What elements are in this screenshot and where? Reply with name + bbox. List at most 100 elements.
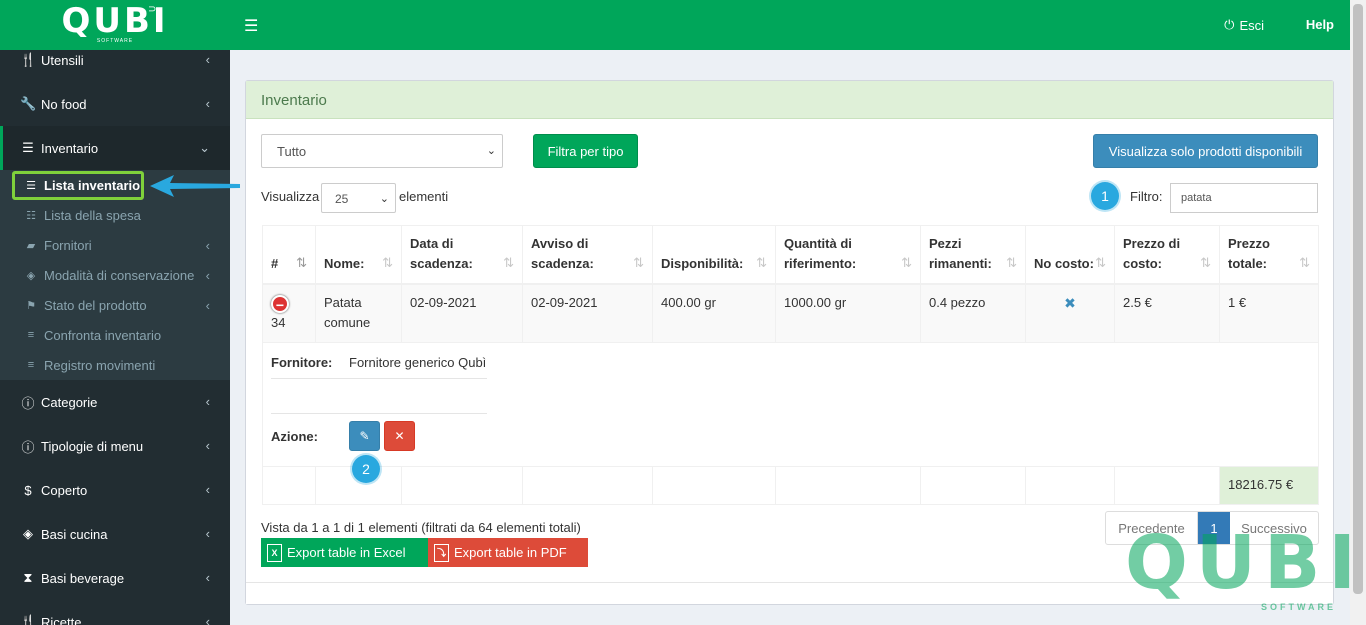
cell-availability: 400.00 gr [652, 283, 776, 343]
sidebar-item-basi-cucina[interactable]: ◈ Basi cucina ‹ [0, 512, 230, 556]
cell-reference: 1000.00 gr [775, 283, 921, 343]
submenu-item-registro-movimenti[interactable]: ≡ Registro movimenti [0, 350, 230, 380]
detail-divider [271, 412, 487, 414]
close-icon: ✕ [394, 428, 405, 443]
hamburger-menu-icon[interactable]: ☰ [244, 16, 258, 36]
col-header-total-price[interactable]: Prezzo totale: ⇅ [1219, 225, 1319, 285]
show-available-button[interactable]: Visualizza solo prodotti disponibili [1093, 134, 1318, 168]
sidebar-item-tipologie-menu[interactable]: ⓘ Tipologie di menu ‹ [0, 424, 230, 468]
chevron-left-icon: ‹ [205, 96, 210, 111]
export-excel-label: Export table in Excel [287, 545, 406, 560]
cutlery-icon: 🍴 [20, 614, 37, 625]
truck-icon: ▰ [26, 239, 36, 252]
action-label: Azione: [271, 428, 318, 444]
submenu-item-label: Modalità di conservazione [44, 267, 195, 283]
list-ol-icon: ☷ [26, 209, 36, 222]
table-total-row: 18216.75 € [262, 465, 1319, 505]
sidebar-item-label: Inventario [41, 140, 99, 156]
cell-no-cost: ✖ [1025, 283, 1115, 343]
chevron-left-icon: ‹ [205, 526, 210, 541]
sidebar: QUBI SOFTWARE ⊃ 🍴 Utensili ‹ 🔧 No food ‹… [0, 0, 230, 625]
sort-icon: ⇅ [633, 255, 644, 270]
sort-icon: ⇅ [503, 255, 514, 270]
length-label: Visualizza [261, 189, 320, 204]
detail-divider [271, 377, 487, 379]
sidebar-item-label: Tipologie di menu [41, 438, 144, 454]
sort-icon: ⇅ [1299, 255, 1310, 270]
row-detail-cell: Fornitore: Fornitore generico Qubì Azion… [262, 341, 1319, 483]
chevron-left-icon: ‹ [205, 570, 210, 585]
page-length-select[interactable]: 25 ⌄ [321, 183, 396, 213]
sidebar-item-basi-beverage[interactable]: ⧗ Basi beverage ‹ [0, 556, 230, 600]
table-row[interactable]: −34 Patata comune 02-09-2021 02-09-2021 … [262, 283, 1319, 343]
sort-icon: ⇅ [382, 255, 393, 270]
cell-id: −34 [262, 283, 316, 343]
delete-button[interactable]: ✕ [384, 420, 415, 451]
chevron-left-icon: ‹ [205, 394, 210, 409]
grand-total: 18216.75 € [1219, 465, 1319, 505]
sidebar-item-coperto[interactable]: $ Coperto ‹ [0, 468, 230, 512]
sidebar-item-categorie[interactable]: ⓘ Categorie ‹ [0, 380, 230, 424]
chevron-down-icon: ⌄ [199, 140, 210, 155]
col-header-availability[interactable]: Disponibilità: ⇅ [652, 225, 776, 285]
power-icon: ⏻ [1224, 17, 1235, 32]
cube-icon: ◈ [26, 269, 36, 282]
sidebar-item-no-food[interactable]: 🔧 No food ‹ [0, 82, 230, 126]
export-pdf-button[interactable]: ⤵ Export table in PDF [428, 538, 588, 567]
sidebar-item-label: Coperto [41, 482, 88, 498]
sidebar-item-label: No food [41, 96, 87, 112]
submenu-item-confronta-inventario[interactable]: ≡ Confronta inventario [0, 320, 230, 350]
export-excel-button[interactable]: X Export table in Excel [261, 538, 428, 567]
watermark-text: QUBI [1125, 520, 1364, 606]
col-header-pieces[interactable]: Pezzi rimanenti: ⇅ [920, 225, 1026, 285]
submenu-item-lista-spesa[interactable]: ☷ Lista della spesa [0, 200, 230, 230]
chevron-left-icon: ‹ [205, 268, 210, 283]
help-link[interactable]: Help [1306, 17, 1334, 32]
col-header-id[interactable]: # ⇅ [262, 225, 316, 285]
col-header-name[interactable]: Nome: ⇅ [315, 225, 402, 285]
submenu-item-label: Fornitori [44, 237, 92, 253]
sort-asc-icon: ⇅ [296, 255, 307, 270]
col-header-no-cost[interactable]: No costo: ⇅ [1025, 225, 1115, 285]
logout-button[interactable]: ⏻ Esci [1224, 17, 1264, 33]
row-detail: Fornitore: Fornitore generico Qubì Azion… [262, 341, 1319, 483]
type-select[interactable]: Tutto ⌄ [261, 134, 503, 168]
sidebar-item-label: Basi beverage [41, 570, 125, 586]
chevron-left-icon: ‹ [205, 614, 210, 625]
hourglass-icon: ⧗ [23, 570, 33, 585]
chevron-left-icon: ‹ [205, 298, 210, 313]
cross-icon: ✖ [1064, 295, 1076, 311]
chevron-left-icon: ‹ [205, 482, 210, 497]
cell-pieces: 0.4 pezzo [920, 283, 1026, 343]
submenu-item-fornitori[interactable]: ▰ Fornitori ‹ [0, 230, 230, 260]
step-badge-1: 1 [1091, 182, 1119, 210]
scrollbar-thumb[interactable] [1353, 4, 1363, 594]
bars-icon: ≡ [27, 329, 35, 341]
collapse-row-icon[interactable]: − [271, 294, 289, 313]
cell-total-price: 1 € [1219, 283, 1319, 343]
flag-icon: ⚑ [26, 299, 36, 312]
supplier-label: Fornitore: [271, 354, 333, 370]
page-length-value: 25 [335, 192, 349, 206]
edit-button[interactable]: ✎ [349, 420, 380, 451]
col-header-warning[interactable]: Avviso di scadenza: ⇅ [522, 225, 653, 285]
filter-by-type-button[interactable]: Filtra per tipo [533, 134, 638, 168]
chevron-down-icon: ⌄ [486, 145, 496, 157]
cell-name: Patata comune [315, 283, 402, 343]
search-input[interactable]: patata [1170, 183, 1318, 213]
sidebar-item-utensili[interactable]: 🍴 Utensili ‹ [0, 38, 230, 82]
col-header-cost-price[interactable]: Prezzo di costo: ⇅ [1114, 225, 1220, 285]
chevron-left-icon: ‹ [205, 438, 210, 453]
dollar-icon: $ [24, 482, 32, 498]
excel-file-icon: X [267, 543, 282, 562]
watermark-subtitle: SOFTWARE [1261, 602, 1336, 612]
cell-warning: 02-09-2021 [522, 283, 653, 343]
sidebar-item-inventario[interactable]: ☰ Inventario ⌄ [0, 126, 230, 170]
col-header-expiry[interactable]: Data di scadenza: ⇅ [401, 225, 523, 285]
col-header-reference[interactable]: Quantità di riferimento: ⇅ [775, 225, 921, 285]
sidebar-item-ricette[interactable]: 🍴 Ricette ‹ [0, 600, 230, 625]
submenu-item-stato-prodotto[interactable]: ⚑ Stato del prodotto ‹ [0, 290, 230, 320]
box-title: Inventario [246, 81, 1333, 119]
submenu-item-modalita-conservazione[interactable]: ◈ Modalità di conservazione ‹ [0, 260, 230, 290]
info-circle-icon: ⓘ [21, 439, 35, 455]
